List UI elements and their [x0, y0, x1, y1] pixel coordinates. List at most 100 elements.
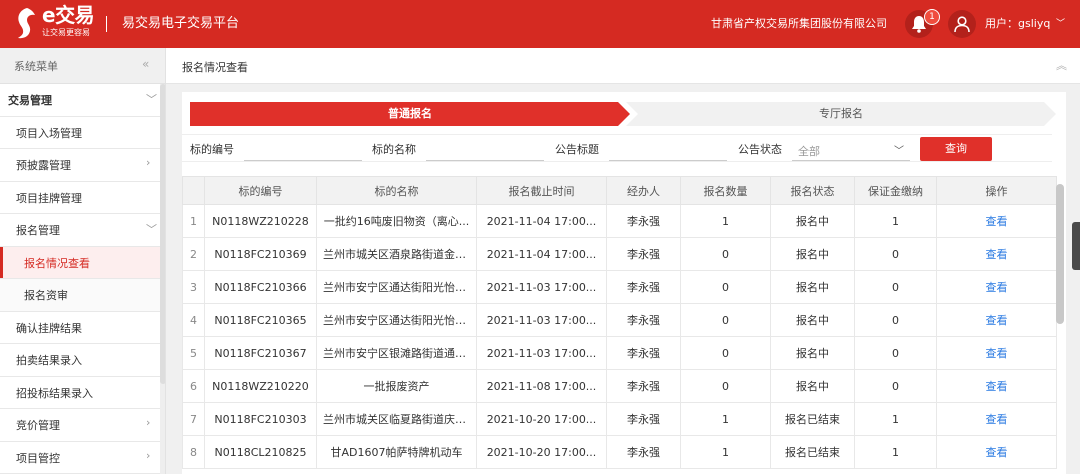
sidebar-item-label: 交易管理 — [8, 94, 52, 107]
chevron-right-icon: › — [146, 448, 151, 462]
main-area: 报名情况查看 ︽ 普通报名 专厅报名 标的编号 标的名称 公告标题 公告状态 全… — [166, 48, 1080, 474]
sidebar-item-label: 拍卖结果录入 — [16, 354, 82, 367]
status-select[interactable]: 全部 ﹀ — [792, 139, 910, 161]
sidebar-menu: 交易管理 ﹀ 项目入场管理 预披露管理 › 项目挂牌管理 报名管理 ﹀ 报名情况… — [0, 84, 160, 474]
row-handler: 李永强 — [606, 204, 681, 238]
notice-label: 公告标题 — [555, 143, 599, 156]
view-link[interactable]: 查看 — [936, 204, 1057, 238]
row-deadline: 2021-10-20 17:00... — [476, 402, 607, 436]
view-link[interactable]: 查看 — [936, 270, 1057, 304]
row-count: 0 — [680, 303, 771, 337]
notification-badge: 1 — [924, 9, 940, 25]
sidebar-item-label: 项目管控 — [16, 451, 60, 465]
sidebar: 系统菜单 « 交易管理 ﹀ 项目入场管理 预披露管理 › 项目挂牌管理 报名管理… — [0, 48, 166, 474]
table-row: 2 N0118FC210369 兰州市城关区酒泉路街道金昌... 2021-11… — [182, 237, 1057, 271]
view-link[interactable]: 查看 — [936, 237, 1057, 271]
row-name: 兰州市城关区临夏路街道庆阳... — [316, 402, 477, 436]
sidebar-header: 系统菜单 « — [0, 48, 165, 84]
sidebar-item-listing[interactable]: 项目挂牌管理 — [0, 181, 160, 214]
chevron-down-icon[interactable]: ﹀ — [1056, 16, 1065, 32]
row-deposit: 1 — [854, 435, 937, 469]
side-drawer-handle[interactable] — [1072, 222, 1080, 270]
row-name: 一批报废资产 — [316, 369, 477, 403]
row-deposit: 0 — [854, 237, 937, 271]
logo-slogan: 让交易更容易 — [42, 28, 90, 37]
platform-title: 易交易电子交易平台 — [122, 16, 240, 31]
logo-text: e交易 — [42, 3, 95, 27]
view-link[interactable]: 查看 — [936, 336, 1057, 370]
row-index: 2 — [182, 237, 205, 271]
name-input[interactable] — [426, 139, 544, 161]
row-count: 0 — [680, 369, 771, 403]
sidebar-item-label: 竞价管理 — [16, 419, 60, 432]
tab-normal-registration[interactable]: 普通报名 — [190, 102, 630, 126]
sidebar-item-project-entry[interactable]: 项目入场管理 — [0, 116, 160, 149]
col-index-header — [182, 176, 205, 205]
scrollbar-thumb[interactable] — [1056, 184, 1064, 324]
row-code: N0118FC210303 — [204, 402, 317, 436]
table-row: 3 N0118FC210366 兰州市安宁区通达街阳光怡园... 2021-11… — [182, 270, 1057, 304]
registration-table: 标的编号 标的名称 报名截止时间 经办人 报名数量 报名状态 保证金缴纳 操作 … — [182, 176, 1057, 469]
row-code: N0118FC210367 — [204, 336, 317, 370]
content-scrollbar[interactable] — [1056, 184, 1064, 474]
row-deadline: 2021-11-04 17:00... — [476, 204, 607, 238]
view-link[interactable]: 查看 — [936, 402, 1057, 436]
row-deposit: 0 — [854, 336, 937, 370]
sidebar-item-label: 报名情况查看 — [24, 256, 90, 270]
row-name: 兰州市城关区酒泉路街道金昌... — [316, 237, 477, 271]
row-index: 6 — [182, 369, 205, 403]
code-input[interactable] — [244, 139, 362, 161]
registration-type-steps: 普通报名 专厅报名 — [190, 102, 1056, 126]
row-deposit: 0 — [854, 303, 937, 337]
row-index: 4 — [182, 303, 205, 337]
col-deadline-header: 报名截止时间 — [476, 176, 607, 205]
row-code: N0118FC210369 — [204, 237, 317, 271]
row-handler: 李永强 — [606, 336, 681, 370]
sidebar-item-registration[interactable]: 报名管理 ﹀ — [0, 214, 160, 247]
sidebar-item-project-control[interactable]: 项目管控 › — [0, 441, 160, 474]
sidebar-item-registration-review[interactable]: 报名资审 — [0, 279, 160, 312]
view-link[interactable]: 查看 — [936, 435, 1057, 469]
row-handler: 李永强 — [606, 270, 681, 304]
notice-input[interactable] — [609, 139, 727, 161]
sidebar-item-pre-disclosure[interactable]: 预披露管理 › — [0, 149, 160, 182]
row-name: 兰州市安宁区通达街阳光怡园... — [316, 303, 477, 337]
row-status: 报名已结束 — [770, 402, 855, 436]
chevron-down-icon: ﹀ — [146, 93, 157, 106]
sidebar-item-confirm-listing[interactable]: 确认挂牌结果 — [0, 311, 160, 344]
sidebar-item-bidding[interactable]: 竞价管理 › — [0, 409, 160, 442]
collapse-sidebar-icon[interactable]: « — [142, 57, 149, 71]
view-link[interactable]: 查看 — [936, 303, 1057, 337]
row-index: 8 — [182, 435, 205, 469]
collapse-up-icon[interactable]: ︽ — [1056, 57, 1067, 73]
status-select-value: 全部 — [798, 145, 820, 158]
header-divider — [106, 16, 107, 32]
row-deposit: 0 — [854, 270, 937, 304]
row-status: 报名中 — [770, 369, 855, 403]
user-avatar[interactable] — [948, 10, 976, 38]
sidebar-item-auction-result[interactable]: 拍卖结果录入 — [0, 344, 160, 377]
user-icon — [954, 16, 970, 33]
sidebar-item-trade-management[interactable]: 交易管理 ﹀ — [0, 84, 160, 117]
row-name: 甘AD1607帕萨特牌机动车 — [316, 435, 477, 469]
row-deadline: 2021-11-03 17:00... — [476, 303, 607, 337]
chevron-right-icon: › — [146, 156, 151, 169]
sidebar-item-label: 预披露管理 — [16, 159, 71, 172]
row-count: 1 — [680, 435, 771, 469]
row-code: N0118FC210366 — [204, 270, 317, 304]
sidebar-item-bid-result[interactable]: 招投标结果录入 — [0, 376, 160, 409]
tab-hall-registration[interactable]: 专厅报名 — [626, 102, 1056, 126]
user-name[interactable]: 用户：gsliyq — [985, 16, 1050, 32]
query-button[interactable]: 查询 — [920, 137, 992, 161]
sidebar-item-label: 报名管理 — [16, 224, 60, 237]
chevron-right-icon: › — [146, 416, 151, 429]
row-status: 报名中 — [770, 336, 855, 370]
col-name-header: 标的名称 — [316, 176, 477, 205]
table-row: 7 N0118FC210303 兰州市城关区临夏路街道庆阳... 2021-10… — [182, 402, 1057, 436]
view-link[interactable]: 查看 — [936, 369, 1057, 403]
row-handler: 李永强 — [606, 402, 681, 436]
row-deadline: 2021-11-04 17:00... — [476, 237, 607, 271]
sidebar-item-registration-view[interactable]: 报名情况查看 — [0, 246, 160, 279]
table-header-row: 标的编号 标的名称 报名截止时间 经办人 报名数量 报名状态 保证金缴纳 操作 — [182, 176, 1057, 205]
filter-bar: 标的编号 标的名称 公告标题 公告状态 全部 ﹀ 查询 — [182, 134, 1052, 162]
